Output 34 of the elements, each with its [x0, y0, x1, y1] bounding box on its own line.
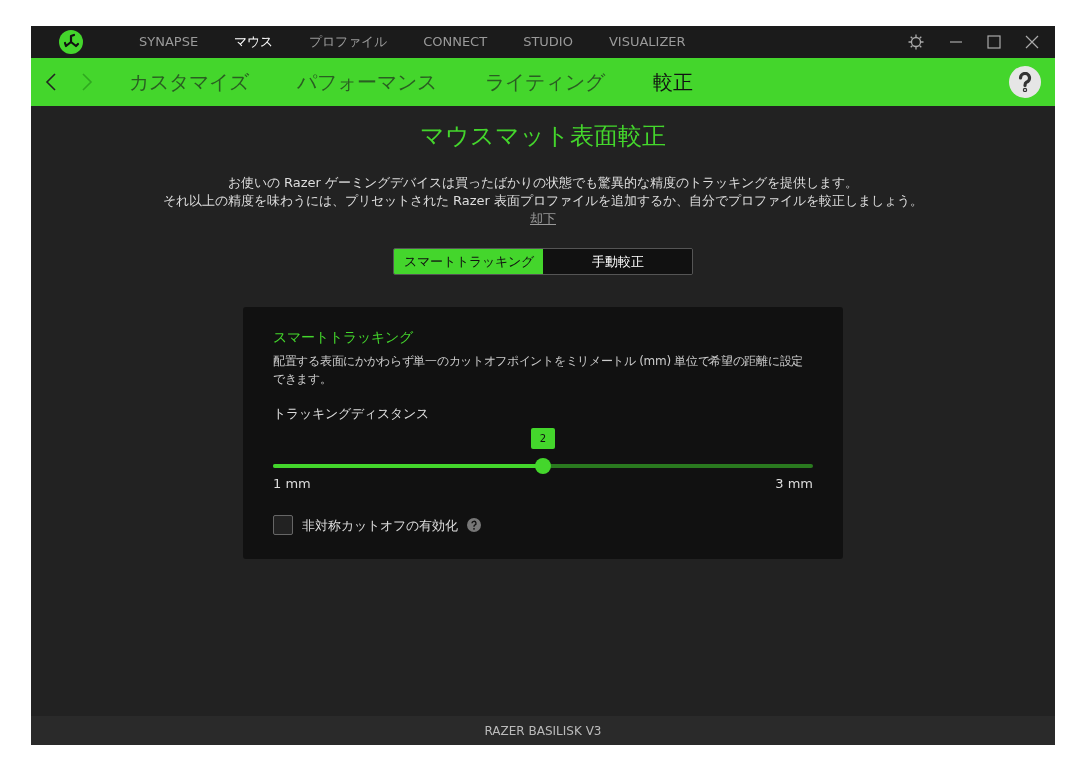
checkbox[interactable] — [273, 515, 293, 536]
maximize-icon[interactable] — [987, 35, 1001, 49]
help-button[interactable] — [1009, 66, 1041, 98]
sub-tab[interactable]: ライティング — [485, 67, 605, 97]
nav-tab[interactable]: マウス — [216, 32, 292, 52]
sub-tab[interactable]: パフォーマンス — [297, 67, 437, 97]
slider-thumb[interactable] — [535, 457, 551, 474]
sub-tab[interactable]: 較正 — [653, 67, 693, 97]
slider-label: トラッキングディスタンス — [273, 405, 430, 423]
dismiss-link[interactable]: 却下 — [530, 210, 556, 228]
card-description: 配置する表面にかかわらず単一のカットオフポイントをミリメートル (mm) 単位で希望の距離に設定できます。 — [273, 353, 804, 388]
help-icon[interactable] — [467, 518, 481, 533]
intro-text: お使いの Razer ゲーミングデバイスは買ったばかりの状態でも驚異的な精度のトラッキングを提供します。 — [227, 174, 859, 192]
checkbox-label: 非対称カットオフの有効化 — [302, 516, 458, 535]
value-tooltip: 2 — [531, 427, 555, 449]
logo-icon[interactable] — [59, 30, 83, 54]
nav-tab[interactable]: プロファイル — [291, 32, 406, 52]
nav-tab[interactable]: VISUALIZER — [590, 32, 704, 52]
close-icon[interactable] — [1025, 35, 1039, 49]
device-name: RAZER BASILISK V3 — [484, 722, 602, 740]
sub-tab[interactable]: カスタマイズ — [129, 67, 249, 97]
page-title: マウスマット表面較正 — [420, 121, 666, 152]
max-label: 3 mm — [775, 474, 813, 493]
nav-tab[interactable]: SYNAPSE — [121, 32, 217, 52]
settings-icon[interactable] — [907, 33, 925, 51]
question-mark-icon — [1018, 72, 1032, 92]
nav-tab[interactable]: STUDIO — [505, 32, 591, 52]
back-icon[interactable] — [45, 72, 57, 92]
intro-text: それ以上の精度を味わうには、プリセットされた Razer 表面プロファイルを追加するか、自分でプロファイルを較正しましょう。 — [162, 192, 924, 210]
card-title: スマートトラッキング — [273, 328, 414, 347]
mode-tab[interactable]: スマートトラッキング — [394, 249, 543, 274]
nav-tab[interactable]: CONNECT — [405, 32, 506, 52]
mode-tab[interactable]: 手動較正 — [543, 249, 692, 274]
min-label: 1 mm — [273, 474, 311, 493]
